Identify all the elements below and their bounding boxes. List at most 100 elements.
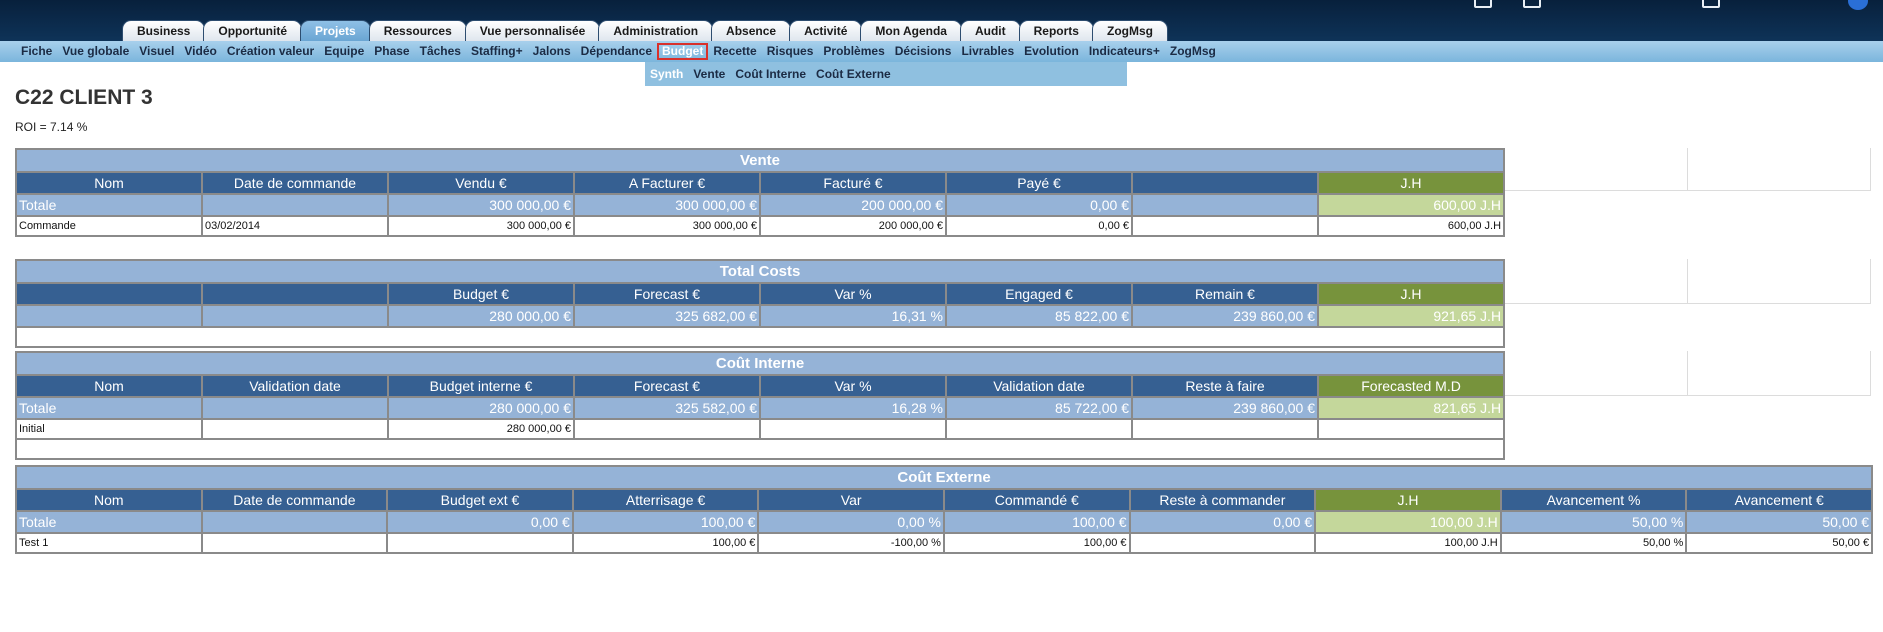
column-header: Date de commande	[201, 171, 389, 195]
submenu-item-dependance[interactable]: Dépendance	[576, 41, 657, 62]
total-cell	[201, 396, 389, 420]
total-cell: 100,00 J.H	[1314, 510, 1502, 534]
tab-ressources[interactable]: Ressources	[368, 20, 467, 41]
total-cell: 280 000,00 €	[387, 304, 575, 328]
grid-faint	[1687, 351, 1871, 396]
column-header: Forecast €	[573, 374, 761, 398]
total-cell	[201, 304, 389, 328]
column-header: Var %	[759, 374, 947, 398]
total-row: Totale 300 000,00 €300 000,00 €200 000,00…	[15, 193, 1506, 217]
total-cell	[201, 193, 389, 217]
total-cell: 239 860,00 €	[1131, 396, 1319, 420]
column-header	[201, 282, 389, 306]
help-icon[interactable]	[1848, 0, 1868, 10]
tab-mon-agenda[interactable]: Mon Agenda	[860, 20, 962, 41]
tab-activite[interactable]: Activité	[789, 20, 863, 41]
submenu-item-jalons[interactable]: Jalons	[528, 41, 576, 62]
submenu-item-taches[interactable]: Tâches	[415, 41, 466, 62]
tab-opportunite[interactable]: Opportunité	[203, 20, 303, 41]
submenu-item-indicateurs[interactable]: Indicateurs+	[1084, 41, 1165, 62]
tab-absence[interactable]: Absence	[711, 20, 792, 41]
tab-administration[interactable]: Administration	[598, 20, 714, 41]
window-icon[interactable]	[1474, 0, 1492, 8]
column-header: Remain €	[1131, 282, 1319, 306]
table-row[interactable]: Initial 280 000,00 €	[15, 418, 1506, 440]
total-cell: 0,00 %	[757, 510, 945, 534]
total-cell: 600,00 J.H	[1316, 193, 1506, 217]
tab-audit[interactable]: Audit	[959, 20, 1021, 41]
column-header: Facturé €	[759, 171, 947, 195]
submenu-item-creation-valeur[interactable]: Création valeur	[222, 41, 319, 62]
submenu-item-vue-globale[interactable]: Vue globale	[57, 41, 134, 62]
cout-interne-table: Coût Interne Nom Validation date Budget int…	[14, 351, 1506, 460]
document-icon[interactable]	[1523, 0, 1541, 8]
column-header: Avancement %	[1499, 488, 1688, 512]
submenu-item-zogmsg[interactable]: ZogMsg	[1165, 41, 1221, 62]
message-icon[interactable]	[1702, 0, 1720, 8]
project-submenu: Fiche Vue globale Visuel Vidéo Création vale…	[0, 41, 1883, 62]
tab-vue-personnalisee[interactable]: Vue personnalisée	[464, 20, 601, 41]
total-row: 280 000,00 €325 682,00 €16,31 % 85 822,00…	[15, 304, 1506, 328]
column-header: Nom	[15, 171, 203, 195]
table-cell: Commande	[15, 215, 203, 237]
budget-submenu-synth[interactable]: Synth	[645, 67, 688, 81]
column-header: Var %	[759, 282, 947, 306]
total-cell	[15, 304, 203, 328]
table-cell: 300 000,00 €	[573, 215, 761, 237]
empty-row	[14, 438, 1506, 460]
budget-submenu-cout-externe[interactable]: Coût Externe	[811, 67, 896, 81]
budget-submenu: Synth Vente Coût Interne Coût Externe	[645, 62, 1127, 86]
submenu-item-budget[interactable]: Budget	[657, 43, 709, 60]
submenu-item-phase[interactable]: Phase	[369, 41, 414, 62]
table-cell	[759, 418, 947, 440]
total-cell: 16,28 %	[759, 396, 947, 420]
total-cell: Totale	[15, 193, 203, 217]
submenu-item-video[interactable]: Vidéo	[179, 41, 221, 62]
total-cell: 0,00 €	[945, 193, 1133, 217]
tab-projets[interactable]: Projets	[300, 20, 371, 41]
submenu-item-visuel[interactable]: Visuel	[134, 41, 179, 62]
vente-table: Vente Nom Date de commande Vendu € A Facture…	[14, 148, 1506, 237]
column-header: Budget ext €	[386, 488, 574, 512]
total-cell	[200, 510, 389, 534]
table-cell: 200 000,00 €	[759, 215, 947, 237]
column-header: Commandé €	[942, 488, 1131, 512]
total-cell: Totale	[15, 396, 203, 420]
budget-submenu-cout-interne[interactable]: Coût Interne	[730, 67, 811, 81]
submenu-item-recette[interactable]: Recette	[708, 41, 761, 62]
total-costs-table: Total Costs Budget € Forecast € Var % Engage…	[14, 259, 1506, 348]
table-cell: 0,00 €	[945, 215, 1133, 237]
table-cell: 100,00 €	[571, 532, 760, 554]
total-cell: 325 682,00 €	[573, 304, 761, 328]
budget-submenu-vente[interactable]: Vente	[688, 67, 730, 81]
table-cell: 50,00 €	[1685, 532, 1874, 554]
submenu-item-staffing[interactable]: Staffing+	[466, 41, 528, 62]
tab-business[interactable]: Business	[122, 20, 206, 41]
grid-faint	[1687, 148, 1871, 191]
submenu-item-decisions[interactable]: Décisions	[890, 41, 957, 62]
submenu-item-risques[interactable]: Risques	[762, 41, 819, 62]
tab-zogmsg[interactable]: ZogMsg	[1091, 20, 1168, 41]
submenu-item-livrables[interactable]: Livrables	[956, 41, 1019, 62]
grid-faint	[1503, 351, 1688, 396]
total-cell: 50,00 €	[1685, 510, 1874, 534]
submenu-item-evolution[interactable]: Evolution	[1019, 41, 1084, 62]
column-header: Nom	[15, 488, 203, 512]
submenu-item-problemes[interactable]: Problèmes	[818, 41, 889, 62]
total-cell: 85 822,00 €	[945, 304, 1133, 328]
submenu-item-fiche[interactable]: Fiche	[16, 41, 57, 62]
total-costs-section-title: Total Costs	[14, 259, 1506, 284]
table-cell	[1128, 532, 1317, 554]
submenu-item-equipe[interactable]: Equipe	[319, 41, 369, 62]
table-cell	[1131, 418, 1319, 440]
column-header: Reste à faire	[1131, 374, 1319, 398]
table-cell: -100,00 %	[757, 532, 945, 554]
total-cell: 0,00 €	[386, 510, 574, 534]
table-row[interactable]: Commande 03/02/2014 300 000,00 €300 000,00…	[15, 215, 1506, 237]
tab-reports[interactable]: Reports	[1018, 20, 1094, 41]
table-cell: 300 000,00 €	[387, 215, 575, 237]
total-cell: 85 722,00 €	[945, 396, 1133, 420]
table-row[interactable]: Test 1 100,00 € -100,00 % 100,00 € 100,00 J.…	[15, 532, 1874, 554]
column-header: Forecasted M.D	[1316, 374, 1506, 398]
total-cell: 821,65 J.H	[1316, 396, 1506, 420]
